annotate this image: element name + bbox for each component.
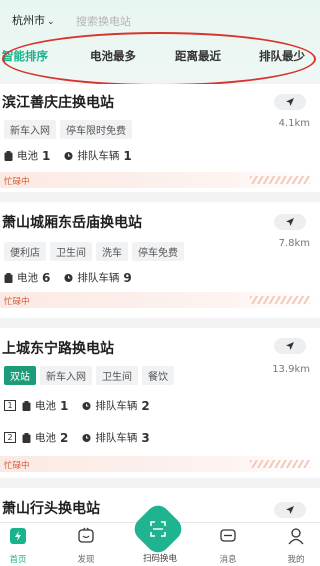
discover-icon [78,527,94,543]
navigate-button[interactable] [274,338,306,354]
status-text: 忙碌中 [4,297,30,307]
battery-label: 电池 [35,400,56,412]
status-text: 忙碌中 [4,177,30,187]
battery-icon [22,432,31,443]
status-text: 忙碌中 [4,461,30,471]
scan-label: 扫码换电 [142,554,177,564]
search-box[interactable] [76,10,304,33]
tab-smart-sort[interactable]: 智能排序 [2,48,48,64]
station-index: 2 [4,432,16,443]
tag: 便利店 [4,242,46,261]
scan-icon [150,521,166,537]
queue-label: 排队车辆 [95,400,138,412]
nav-home-label: 首页 [9,555,27,565]
city-selector[interactable]: 杭州市 ⌄ [12,12,55,28]
battery-icon [4,272,13,283]
battery-count: 1 [60,398,69,413]
clock-icon [82,401,91,410]
profile-icon [288,528,304,545]
navigate-arrow-icon [286,506,294,514]
navigate-arrow-icon [286,218,294,226]
nav-home[interactable]: 首页 [0,527,42,565]
city-label: 杭州市 [12,14,45,27]
search-input[interactable] [76,10,304,33]
battery-icon [4,150,13,161]
station-name: 萧山城厢东岳庙换电站 [2,215,142,231]
busy-status-bar: 忙碌中 [0,292,318,308]
nav-mine-label: 我的 [287,555,305,565]
station-index: 1 [4,400,16,411]
stat-row: 2 电池 2 排队车辆 3 [4,430,164,445]
stripe-decoration [250,460,310,468]
nav-discover[interactable]: 发现 [62,527,110,565]
battery-label: 电池 [17,150,38,162]
stat-row: 电池 1 排队车辆 1 [4,148,146,163]
queue-label: 排队车辆 [77,272,120,284]
battery-label: 电池 [17,272,38,284]
stripe-decoration [250,176,310,184]
queue-count: 9 [123,270,132,285]
battery-count: 1 [42,148,51,163]
station-card[interactable]: 滨江善庆庄换电站 4.1km 新车入网 停车限时免费 电池 1 排队车辆 1 忙碌中 [0,84,320,192]
battery-count: 2 [60,430,69,445]
nav-message-label: 消息 [219,555,237,565]
busy-status-bar: 忙碌中 [0,172,318,188]
nav-mine[interactable]: 我的 [272,527,320,565]
bottom-nav: 首页 发现 扫码换电 消息 我的 [0,500,320,566]
queue-label: 排队车辆 [77,150,120,162]
battery-count: 6 [42,270,51,285]
tag: 停车免费 [132,242,184,261]
busy-status-bar: 忙碌中 [0,456,318,472]
tab-nearest[interactable]: 距离最近 [175,48,221,64]
navigate-arrow-icon [286,98,294,106]
queue-count: 1 [123,148,132,163]
tag: 餐饮 [142,366,174,385]
home-icon [10,528,26,544]
station-name: 萧山行头换电站 [2,501,100,517]
clock-icon [64,151,73,160]
search-row: 杭州市 ⌄ [0,6,320,34]
message-icon [220,529,236,542]
tab-most-battery[interactable]: 电池最多 [90,48,136,64]
tag: 新车入网 [4,120,56,139]
navigate-button[interactable] [274,94,306,110]
battery-label: 电池 [35,432,56,444]
queue-count: 2 [141,398,150,413]
tag: 停车限时免费 [60,120,132,139]
chevron-down-icon: ⌄ [47,17,55,27]
tag-list: 便利店 卫生间 洗车 停车免费 [4,242,184,261]
clock-icon [64,273,73,282]
distance: 7.8km [278,238,310,249]
distance: 13.9km [272,364,310,375]
nav-discover-label: 发现 [77,555,95,565]
stat-row: 1 电池 1 排队车辆 2 [4,398,164,413]
navigate-button[interactable] [274,502,306,518]
tag: 卫生间 [96,366,138,385]
header: 杭州市⌄ 智能排序 电池最多 距离最近 排队最少 [0,0,320,86]
tab-least-queue[interactable]: 排队最少 [259,48,305,64]
clock-icon [82,433,91,442]
tag-list: 双站 新车入网 卫生间 餐饮 [4,366,174,385]
sort-tabs: 智能排序 电池最多 距离最近 排队最少 [0,44,320,70]
navigate-arrow-icon [286,342,294,350]
queue-label: 排队车辆 [95,432,138,444]
tag: 新车入网 [40,366,92,385]
tag-dual-station: 双站 [4,366,36,385]
tag: 卫生间 [50,242,92,261]
station-name: 上城东宁路换电站 [2,341,114,357]
app-screen: 杭州市⌄ 智能排序 电池最多 距离最近 排队最少 滨江善庆庄换电站 4.1km … [0,0,320,566]
tag: 洗车 [96,242,128,261]
station-name: 滨江善庆庄换电站 [2,95,114,111]
station-card[interactable]: 上城东宁路换电站 13.9km 双站 新车入网 卫生间 餐饮 1 电池 1 排队车… [0,328,320,478]
distance: 4.1km [278,118,310,129]
tag-list: 新车入网 停车限时免费 [4,120,132,139]
nav-message[interactable]: 消息 [204,527,252,565]
station-card[interactable]: 萧山城厢东岳庙换电站 7.8km 便利店 卫生间 洗车 停车免费 电池 6 排队车… [0,202,320,318]
stat-row: 电池 6 排队车辆 9 [4,270,146,285]
navigate-button[interactable] [274,214,306,230]
queue-count: 3 [141,430,150,445]
stripe-decoration [250,296,310,304]
battery-icon [22,400,31,411]
